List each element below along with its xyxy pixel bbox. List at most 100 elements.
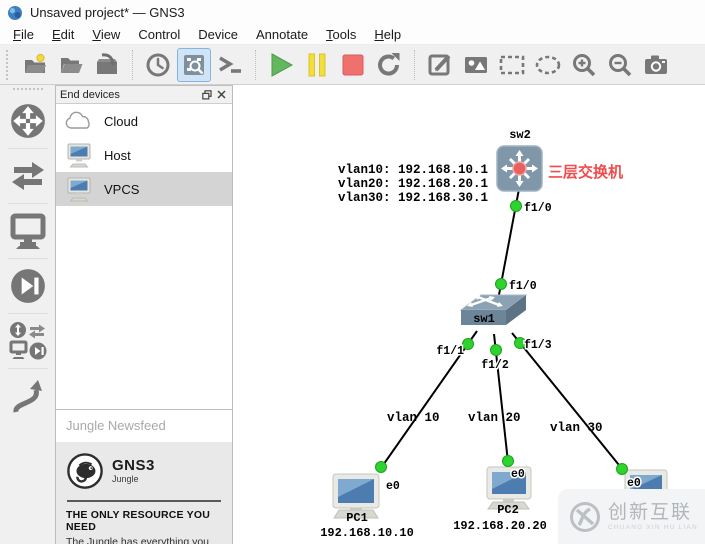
sw1-uplink-port-label[interactable]: f1/0 <box>508 279 539 295</box>
snapshot-clock-icon <box>146 53 170 76</box>
pause-icon <box>308 53 326 76</box>
insert-picture-button[interactable] <box>459 48 493 82</box>
pc1-ip-label[interactable]: 192.168.10.10 <box>320 526 414 540</box>
console-connect-button[interactable] <box>213 48 247 82</box>
vlan-ip-annotation-3[interactable]: vlan30: 192.168.30.1 <box>338 191 488 205</box>
sw2-port-label[interactable]: f1/0 <box>523 201 554 217</box>
stop-icon <box>342 54 364 75</box>
menu-file[interactable]: File <box>4 26 43 43</box>
newsfeed-brand-sub: Jungle <box>112 474 139 484</box>
device-item-label: Host <box>104 147 131 163</box>
menu-annotate[interactable]: Annotate <box>247 26 317 43</box>
zoom-out-icon <box>609 53 632 76</box>
vlan-ip-annotation-2[interactable]: vlan20: 192.168.20.1 <box>338 177 488 191</box>
menu-bar: File Edit View Control Device Annotate T… <box>0 25 705 45</box>
main-toolbar <box>0 45 705 85</box>
newsfeed-brand: GNS3 <box>112 457 155 474</box>
newsfeed-divider <box>67 500 221 502</box>
pc1-label[interactable]: PC1 <box>346 511 368 525</box>
add-link-icon <box>13 380 42 413</box>
device-item-host[interactable]: Host <box>56 138 232 172</box>
toolbar-drag-handle[interactable] <box>6 49 14 80</box>
draw-ellipse-button[interactable] <box>531 48 565 82</box>
watermark-text: 创新互联 <box>608 501 693 523</box>
menu-view[interactable]: View <box>83 26 129 43</box>
link-sw1-pc3[interactable] <box>511 332 624 471</box>
sidebar-item-add-link[interactable] <box>4 371 52 421</box>
sw1-port2-label[interactable]: f1/2 <box>480 358 511 374</box>
menu-control[interactable]: Control <box>129 26 189 43</box>
menu-edit[interactable]: Edit <box>43 26 83 43</box>
vlan-ip-annotation-1[interactable]: vlan10: 192.168.10.1 <box>338 163 488 177</box>
show-interface-labels-button[interactable] <box>177 47 211 82</box>
open-project-button[interactable] <box>54 48 88 82</box>
menu-tools[interactable]: Tools <box>317 26 365 43</box>
new-project-button[interactable] <box>18 48 52 82</box>
link-label-vlan20[interactable]: vlan 20 <box>468 411 521 425</box>
gns3-jungle-logo-icon <box>67 453 103 489</box>
close-panel-button[interactable] <box>214 88 228 102</box>
draw-rectangle-button[interactable] <box>495 48 529 82</box>
sw1-port1-label[interactable]: f1/1 <box>435 344 466 360</box>
reload-all-button[interactable] <box>372 48 406 82</box>
vpcs-icon <box>67 177 91 202</box>
sidebar-item-end-devices[interactable] <box>4 206 52 256</box>
pc2-ip-label[interactable]: 192.168.20.20 <box>453 519 547 533</box>
console-icon <box>219 55 241 73</box>
cloud-icon <box>65 111 90 129</box>
sw2-label[interactable]: sw2 <box>509 128 531 142</box>
link-label-vlan10[interactable]: vlan 10 <box>387 411 440 425</box>
device-item-vpcs[interactable]: VPCS <box>56 172 232 206</box>
sidebar-separator <box>7 368 48 369</box>
port-status-dot <box>616 463 628 475</box>
end-devices-list: Cloud Host VPCS <box>56 104 232 206</box>
pc1-port-label[interactable]: e0 <box>385 479 402 495</box>
title-bar: Unsaved project* — GNS3 <box>0 0 705 25</box>
float-panel-button[interactable] <box>200 88 214 102</box>
sidebar-drag-handle[interactable] <box>12 88 43 94</box>
zoom-out-button[interactable] <box>603 48 637 82</box>
stop-all-button[interactable] <box>336 48 370 82</box>
device-item-label: Cloud <box>104 113 138 129</box>
end-devices-panel-header[interactable]: End devices <box>56 86 232 104</box>
topology-canvas[interactable]: sw2 三层交换机 vlan10: 192.168.10.1 vlan20: 1… <box>233 85 705 544</box>
jungle-newsfeed-panel: Jungle Newsfeed GNS3 Jungle THE ONLY RES… <box>55 410 233 544</box>
draw-rectangle-icon <box>499 55 525 74</box>
sidebar-item-routers[interactable] <box>4 96 52 146</box>
port-status-dot <box>462 338 474 350</box>
close-icon <box>216 90 226 99</box>
device-item-label: VPCS <box>104 181 140 197</box>
sidebar-item-security-devices[interactable] <box>4 261 52 311</box>
add-note-icon <box>428 54 451 75</box>
screenshot-camera-icon <box>645 55 667 74</box>
port-status-dot <box>495 278 507 290</box>
manage-snapshots-button[interactable] <box>141 48 175 82</box>
node-sw2[interactable] <box>496 145 543 192</box>
device-item-cloud[interactable]: Cloud <box>56 104 232 138</box>
window-title: Unsaved project* — GNS3 <box>30 5 185 20</box>
save-project-icon <box>97 52 117 74</box>
pc2-port-label[interactable]: e0 <box>510 467 527 483</box>
save-project-button[interactable] <box>90 48 124 82</box>
newsfeed-title: Jungle Newsfeed <box>56 410 232 442</box>
device-type-sidebar <box>0 85 55 544</box>
switches-icon <box>11 162 44 190</box>
toolbar-separator <box>414 49 415 80</box>
new-project-icon <box>25 53 46 73</box>
sidebar-item-switches[interactable] <box>4 151 52 201</box>
pc2-label[interactable]: PC2 <box>497 503 519 517</box>
zoom-in-button[interactable] <box>567 48 601 82</box>
sw1-label[interactable]: sw1 <box>473 312 495 326</box>
sidebar-item-all-devices[interactable] <box>4 316 52 366</box>
newsfeed-body[interactable]: GNS3 Jungle THE ONLY RESOURCE YOU NEED T… <box>56 442 232 544</box>
sw2-note-annotation[interactable]: 三层交换机 <box>548 163 623 181</box>
toolbar-separator <box>255 49 256 80</box>
screenshot-button[interactable] <box>639 48 673 82</box>
start-all-button[interactable] <box>264 48 298 82</box>
link-label-vlan30[interactable]: vlan 30 <box>550 421 603 435</box>
add-note-button[interactable] <box>423 48 457 82</box>
menu-help[interactable]: Help <box>365 26 410 43</box>
suspend-all-button[interactable] <box>300 48 334 82</box>
menu-device[interactable]: Device <box>189 26 247 43</box>
sw1-port3-label[interactable]: f1/3 <box>523 338 554 354</box>
